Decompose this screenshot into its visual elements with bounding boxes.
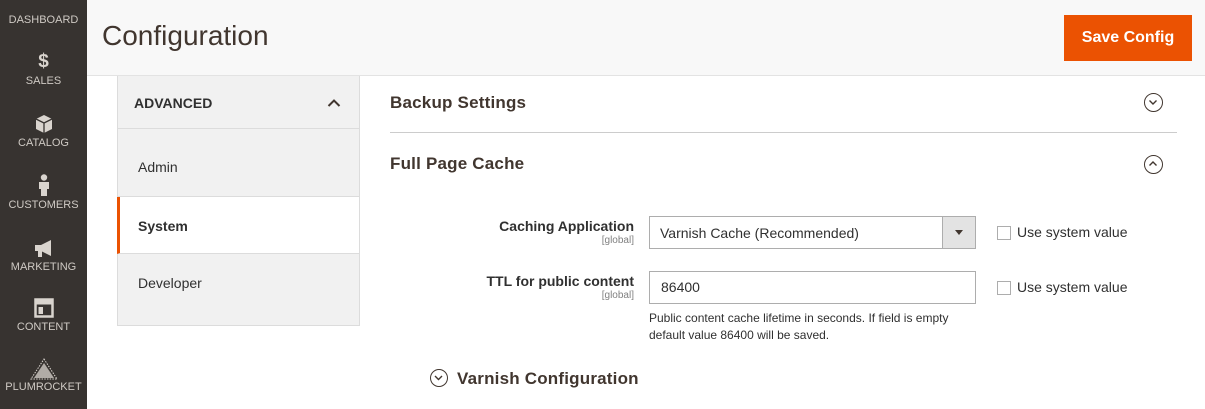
ttl-use-system-label[interactable]: Use system value bbox=[1017, 279, 1127, 295]
caching-use-system-label[interactable]: Use system value bbox=[1017, 224, 1127, 240]
ttl-input[interactable]: 86400 bbox=[649, 271, 976, 304]
nav-label-plumrocket: PLUMROCKET bbox=[5, 381, 82, 393]
tab-system[interactable]: System bbox=[117, 197, 359, 254]
ttl-use-system-checkbox[interactable] bbox=[997, 281, 1011, 295]
caching-application-label: Caching Application bbox=[499, 218, 634, 234]
nav-item-plumrocket[interactable]: PLUMROCKET bbox=[0, 358, 87, 393]
nav-label-dashboard: DASHBOARD bbox=[8, 14, 79, 26]
chevron-down-icon bbox=[955, 230, 963, 235]
chevron-up-icon bbox=[327, 95, 341, 113]
backup-settings-title: Backup Settings bbox=[390, 93, 527, 112]
layout-icon bbox=[0, 298, 87, 318]
nav-label-catalog: CATALOG bbox=[18, 137, 69, 149]
tab-group-title: ADVANCED bbox=[134, 95, 213, 111]
section-backup-settings[interactable]: Backup Settings bbox=[390, 76, 1177, 133]
nav-item-catalog[interactable]: CATALOG bbox=[0, 114, 87, 149]
box-icon bbox=[0, 114, 87, 134]
tab-label-developer: Developer bbox=[138, 275, 202, 291]
page-title: Configuration bbox=[102, 20, 269, 51]
nav-label-marketing: MARKETING bbox=[10, 261, 77, 273]
collapse-circle-icon bbox=[1144, 155, 1163, 174]
page-header: Configuration Save Config bbox=[87, 0, 1205, 76]
tab-label-admin: Admin bbox=[138, 159, 178, 175]
nav-item-sales[interactable]: $ SALES bbox=[0, 51, 87, 88]
nav-item-content[interactable]: CONTENT bbox=[0, 298, 87, 333]
caching-use-system-checkbox[interactable] bbox=[997, 226, 1011, 240]
pyramid-icon bbox=[0, 358, 87, 380]
select-toggle[interactable] bbox=[942, 217, 975, 248]
nav-item-marketing[interactable]: MARKETING bbox=[0, 238, 87, 273]
ttl-scope: [global] bbox=[601, 290, 634, 301]
save-config-button[interactable]: Save Config bbox=[1064, 15, 1192, 61]
varnish-configuration-title: Varnish Configuration bbox=[457, 369, 639, 388]
section-varnish-configuration[interactable]: Varnish Configuration bbox=[430, 366, 730, 392]
expand-circle-icon bbox=[1144, 93, 1163, 112]
caching-application-select[interactable]: Varnish Cache (Recommended) bbox=[649, 216, 976, 249]
nav-label-content: CONTENT bbox=[16, 321, 71, 333]
config-tabs: ADVANCED Admin System Developer bbox=[117, 76, 360, 326]
tab-label-system: System bbox=[138, 218, 188, 234]
ttl-note: Public content cache lifetime in seconds… bbox=[649, 311, 949, 342]
megaphone-icon bbox=[0, 238, 87, 258]
admin-sidebar: DASHBOARD $ SALES CATALOG CUSTOMERS MARK… bbox=[0, 0, 87, 409]
expand-circle-icon bbox=[430, 369, 448, 387]
nav-label-sales: SALES bbox=[25, 75, 62, 87]
section-full-page-cache[interactable]: Full Page Cache bbox=[390, 133, 1177, 193]
caching-application-value: Varnish Cache (Recommended) bbox=[660, 225, 859, 241]
nav-label-customers: CUSTOMERS bbox=[8, 199, 79, 211]
dollar-icon: $ bbox=[38, 51, 49, 72]
full-page-cache-title: Full Page Cache bbox=[390, 154, 525, 173]
caching-application-scope: [global] bbox=[601, 235, 634, 246]
person-icon bbox=[0, 174, 87, 196]
nav-item-customers[interactable]: CUSTOMERS bbox=[0, 174, 87, 211]
ttl-label: TTL for public content bbox=[486, 273, 634, 289]
tab-admin[interactable]: Admin bbox=[118, 129, 359, 197]
tab-developer[interactable]: Developer bbox=[118, 254, 359, 311]
nav-item-dashboard[interactable]: DASHBOARD bbox=[0, 0, 87, 26]
tab-group-advanced[interactable]: ADVANCED bbox=[118, 76, 359, 129]
